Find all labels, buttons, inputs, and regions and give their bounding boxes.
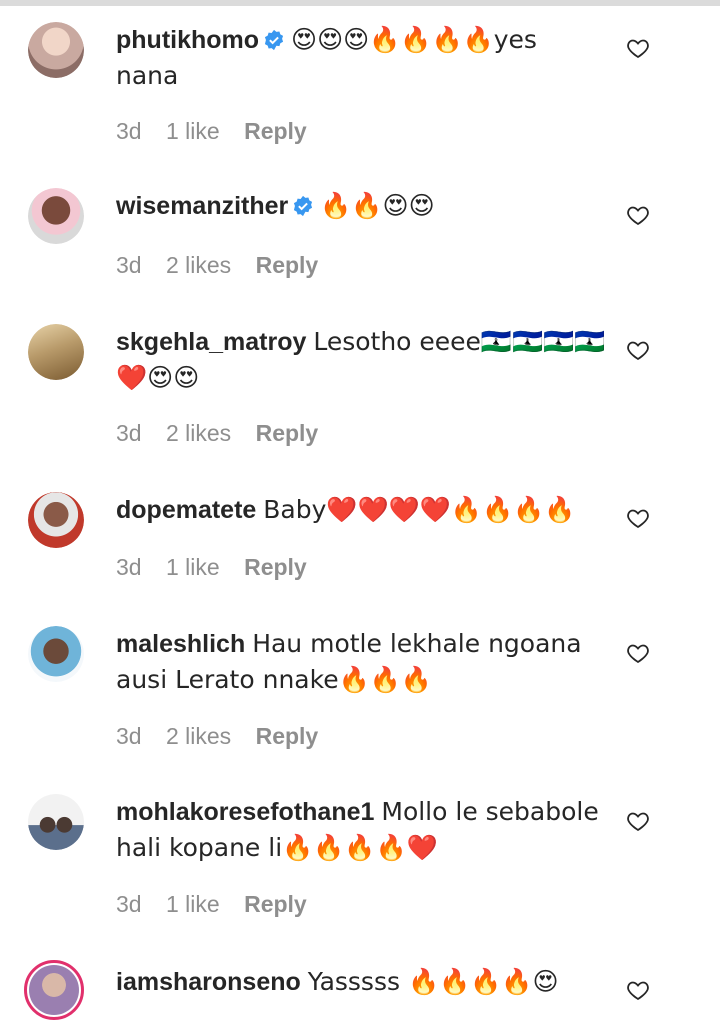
comments-list: phutikhomo 😍😍😍🔥🔥🔥🔥yes nana 3d 1 like Repl…	[0, 0, 720, 1020]
avatar[interactable]	[28, 794, 84, 850]
comment-meta: 3d 1 like Reply	[116, 118, 325, 145]
heart-outline-icon[interactable]	[626, 978, 650, 1002]
comment-text: 🔥🔥😍😍	[320, 191, 435, 220]
comment-username[interactable]: maleshlich	[116, 630, 245, 658]
comment-body: mohlakoresefothane1 Mollo le sebabole ha…	[116, 794, 606, 866]
comment-meta: 3d 1 like Reply	[116, 891, 325, 918]
heart-outline-icon[interactable]	[626, 203, 650, 227]
reply-button[interactable]: Reply	[244, 554, 307, 580]
comment-username[interactable]: skgehla_matroy	[116, 328, 306, 356]
heart-outline-icon[interactable]	[626, 641, 650, 665]
comment-body: dopematete Baby❤️❤️❤️❤️🔥🔥🔥🔥	[116, 492, 606, 528]
comment-time: 3d	[116, 891, 142, 917]
comment-text: Yasssss 🔥🔥🔥🔥😍	[307, 967, 559, 996]
comment-time: 3d	[116, 554, 142, 580]
reply-button[interactable]: Reply	[256, 252, 319, 278]
reply-button[interactable]: Reply	[256, 420, 319, 446]
avatar[interactable]	[28, 492, 84, 548]
comment-time: 3d	[116, 420, 142, 446]
comment-time: 3d	[116, 118, 142, 144]
heart-outline-icon[interactable]	[626, 506, 650, 530]
comment-likes[interactable]: 1 like	[166, 118, 220, 144]
heart-outline-icon[interactable]	[626, 338, 650, 362]
comment-username[interactable]: mohlakoresefothane1	[116, 798, 374, 826]
avatar-story-ring[interactable]	[24, 960, 84, 1020]
heart-outline-icon[interactable]	[626, 36, 650, 60]
comment-likes[interactable]: 2 likes	[166, 723, 231, 749]
comment-meta: 3d 2 likes Reply	[116, 420, 336, 447]
comment-username[interactable]: wisemanzither	[116, 192, 288, 220]
comment-likes[interactable]: 1 like	[166, 554, 220, 580]
verified-badge-icon	[294, 195, 313, 217]
comment-likes[interactable]: 2 likes	[166, 252, 231, 278]
comment-time: 3d	[116, 723, 142, 749]
avatar[interactable]	[28, 188, 84, 244]
comment-meta: 3d 1 like Reply	[116, 554, 325, 581]
comment-likes[interactable]: 1 like	[166, 891, 220, 917]
verified-badge-icon	[264, 29, 284, 51]
comment-meta: 3d 2 likes Reply	[116, 723, 336, 750]
comment-body: skgehla_matroy Lesotho eeee🇱🇸🇱🇸🇱🇸🇱🇸❤️😍😍	[116, 324, 606, 396]
comment-body: iamsharonseno Yasssss 🔥🔥🔥🔥😍	[116, 964, 606, 1000]
comment-body: wisemanzither 🔥🔥😍😍	[116, 188, 606, 224]
comment-username[interactable]: dopematete	[116, 496, 256, 524]
comment-text: Baby❤️❤️❤️❤️🔥🔥🔥🔥	[263, 495, 576, 524]
comment-username[interactable]: phutikhomo	[116, 26, 259, 54]
avatar[interactable]	[28, 22, 84, 78]
heart-outline-icon[interactable]	[626, 809, 650, 833]
reply-button[interactable]: Reply	[244, 118, 307, 144]
avatar[interactable]	[28, 626, 84, 682]
avatar[interactable]	[28, 324, 84, 380]
comment-time: 3d	[116, 252, 142, 278]
comment-likes[interactable]: 2 likes	[166, 420, 231, 446]
reply-button[interactable]: Reply	[256, 723, 319, 749]
comment-body: phutikhomo 😍😍😍🔥🔥🔥🔥yes nana	[116, 22, 606, 94]
reply-button[interactable]: Reply	[244, 891, 307, 917]
comment-body: maleshlich Hau motle lekhale ngoana ausi…	[116, 626, 606, 698]
comment-meta: 3d 2 likes Reply	[116, 252, 336, 279]
comment-username[interactable]: iamsharonseno	[116, 968, 301, 996]
